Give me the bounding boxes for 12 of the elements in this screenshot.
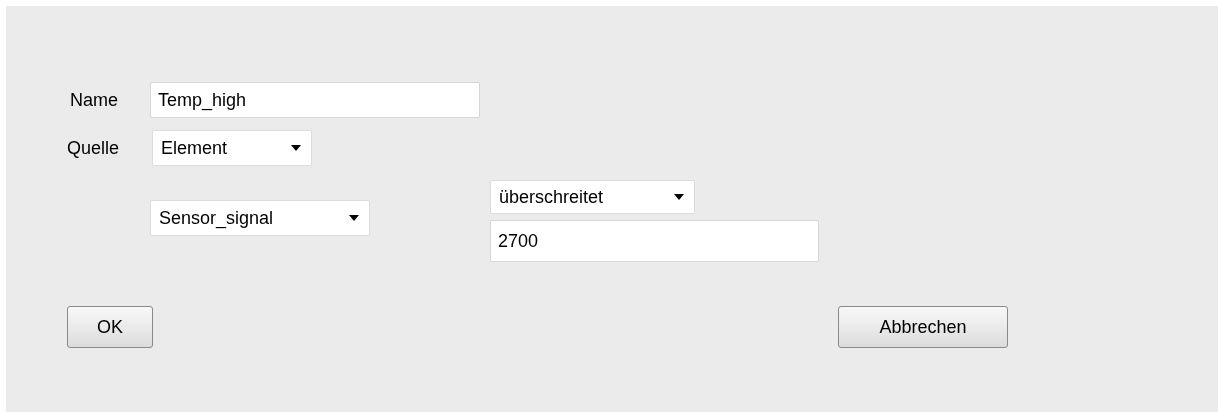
condition-dropdown[interactable]: überschreitet xyxy=(490,180,695,214)
cancel-button[interactable]: Abbrechen xyxy=(838,306,1008,348)
name-field[interactable]: Temp_high xyxy=(150,82,480,118)
signal-dropdown[interactable]: Sensor_signal xyxy=(150,200,370,236)
name-label: Name xyxy=(70,89,119,111)
caret-icon xyxy=(349,215,359,221)
caret-icon xyxy=(674,194,684,200)
threshold-field[interactable]: 2700 xyxy=(490,220,819,262)
ok-button[interactable]: OK xyxy=(67,306,153,348)
source-dropdown[interactable]: Element xyxy=(152,130,312,166)
source-label: Quelle xyxy=(67,137,121,159)
caret-icon xyxy=(291,145,301,151)
